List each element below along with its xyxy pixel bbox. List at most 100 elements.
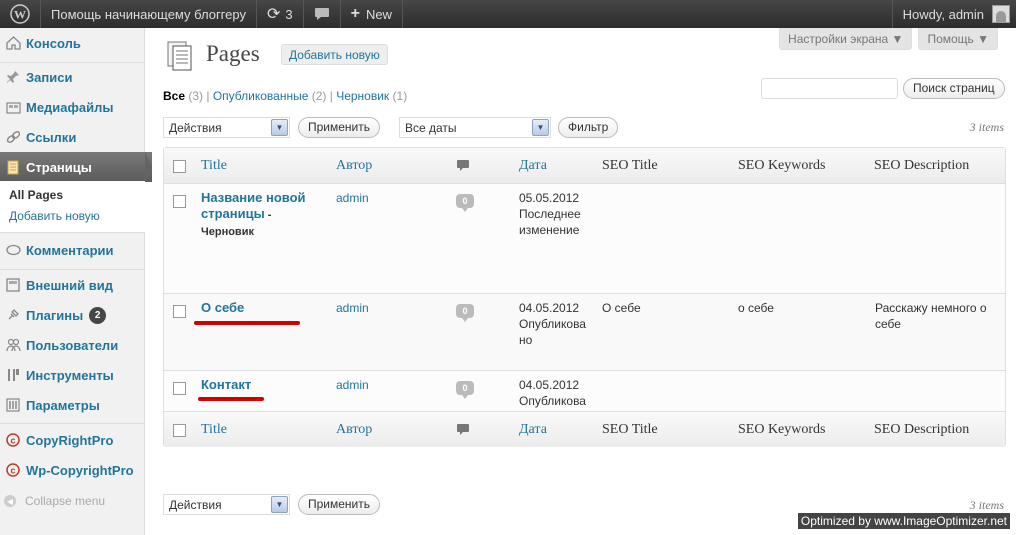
account-menu[interactable]: Howdy, admin — [891, 0, 1016, 28]
menu-label: Комментарии — [26, 242, 114, 258]
menu-item-users[interactable]: Пользователи — [0, 330, 145, 360]
column-seo-description: SEO Description — [874, 158, 970, 173]
menu-item-appearance[interactable]: Внешний вид — [0, 270, 145, 300]
column-title[interactable]: Title — [201, 158, 227, 174]
row-author[interactable]: admin — [336, 300, 369, 316]
menu-item-pages[interactable]: Страницы — [0, 152, 152, 182]
wordpress-logo-icon[interactable]: W — [0, 0, 41, 28]
row-checkbox[interactable] — [173, 305, 186, 318]
menu-label: CopyRightPro — [26, 432, 114, 448]
table-row: О себе admin 0 04.05.2012 Опубликова но … — [164, 294, 1005, 371]
table-row: Название новой страницы - Черновик admin… — [164, 184, 1005, 294]
seo-description-text: Расскажу немного о — [875, 301, 987, 315]
items-count: 3 items — [969, 120, 1004, 134]
menu-item-comments[interactable]: Комментарии — [0, 235, 145, 265]
menu-item-plugins[interactable]: Плагины 2 — [0, 300, 145, 330]
submenu-add-new[interactable]: Добавить новую — [0, 206, 145, 227]
pages-icon — [4, 158, 22, 176]
page-title-link[interactable]: О себе — [201, 300, 244, 316]
red-underline-annotation — [194, 321, 300, 325]
date-filter-select[interactable]: Все даты ▼ — [399, 117, 551, 138]
date-value: 04.05.2012 — [519, 378, 580, 392]
column-seo-description: SEO Description — [874, 422, 970, 437]
add-new-page-button[interactable]: Добавить новую — [281, 44, 388, 65]
row-title: Название новой страницы - Черновик — [201, 190, 306, 238]
filter-draft-count: (1) — [392, 89, 408, 103]
menu-item-settings[interactable]: Параметры — [0, 390, 145, 420]
howdy-text: Howdy, admin — [902, 6, 984, 22]
menu-item-copyrightpro[interactable]: c CopyRightPro — [0, 425, 145, 455]
new-content-button[interactable]: + New — [341, 0, 403, 28]
tools-icon — [4, 366, 22, 384]
menu-label: Плагины — [26, 307, 84, 323]
column-date[interactable]: Дата — [519, 158, 547, 174]
menu-item-media[interactable]: Медиафайлы — [0, 92, 145, 122]
filter-published[interactable]: Опубликованные — [213, 89, 309, 103]
menu-label: Ссылки — [26, 129, 77, 145]
filter-draft[interactable]: Черновик — [336, 89, 389, 103]
new-label: New — [365, 6, 392, 22]
menu-label: Консоль — [26, 35, 81, 51]
apply-button-bottom[interactable]: Применить — [298, 494, 381, 515]
page-title-link[interactable]: страницы — [201, 206, 265, 221]
select-all-checkbox[interactable] — [173, 160, 186, 173]
dashboard-icon — [4, 34, 22, 52]
row-date: 05.05.2012 Последнее изменение — [519, 190, 581, 238]
page-title-link[interactable]: Название новой — [201, 190, 306, 205]
site-name-link[interactable]: Помощь начинающему блоггеру — [41, 0, 257, 28]
page-title-link[interactable]: Контакт — [201, 377, 251, 393]
updates-count: 3 — [285, 6, 293, 22]
bulk-actions-select-bottom[interactable]: Действия ▼ — [163, 494, 290, 515]
bulk-actions-select[interactable]: Действия ▼ — [163, 117, 290, 138]
menu-item-dashboard[interactable]: Консоль — [0, 28, 145, 58]
column-author[interactable]: Автор — [336, 158, 372, 174]
column-title[interactable]: Title — [201, 422, 227, 438]
copyright-icon: c — [4, 431, 22, 449]
filter-all[interactable]: Все — [163, 89, 185, 103]
column-seo-title: SEO Title — [602, 158, 658, 173]
submenu-all-pages[interactable]: All Pages — [0, 185, 145, 206]
menu-label: Параметры — [26, 397, 100, 413]
appearance-icon — [4, 276, 22, 294]
comment-count-bubble[interactable]: 0 — [456, 304, 474, 322]
row-checkbox[interactable] — [173, 382, 186, 395]
collapse-menu-button[interactable]: ◀ Collapse menu — [4, 494, 105, 508]
column-author[interactable]: Автор — [336, 422, 372, 438]
date-status: Опубликова — [519, 317, 586, 331]
pages-large-icon — [164, 40, 196, 72]
row-checkbox[interactable] — [173, 195, 186, 208]
date-filter-value: Все даты — [405, 121, 457, 135]
menu-label: Записи — [26, 69, 73, 85]
updates-button[interactable]: ⟳ 3 — [257, 0, 304, 28]
row-author[interactable]: admin — [336, 377, 369, 393]
date-value: 04.05.2012 — [519, 301, 580, 315]
screen-options-tab[interactable]: Настройки экрана ▼ — [779, 28, 913, 50]
column-seo-title: SEO Title — [602, 422, 658, 437]
main-content: Настройки экрана ▼ Помощь ▼ Pages Добави… — [146, 28, 1016, 535]
search-input[interactable] — [761, 78, 898, 99]
column-date[interactable]: Дата — [519, 422, 547, 438]
menu-item-wp-copyrightpro[interactable]: c Wp-CopyrightPro — [0, 455, 145, 485]
menu-label: Внешний вид — [26, 277, 113, 293]
comment-count-bubble[interactable]: 0 — [456, 381, 474, 399]
filter-separator: | — [329, 89, 333, 103]
menu-item-tools[interactable]: Инструменты — [0, 360, 145, 390]
apply-button[interactable]: Применить — [298, 117, 381, 138]
menu-item-posts[interactable]: Записи — [0, 62, 145, 92]
search-pages-button[interactable]: Поиск страниц — [903, 78, 1005, 99]
comments-button[interactable] — [304, 0, 341, 28]
pin-icon — [4, 68, 22, 86]
select-all-checkbox[interactable] — [173, 424, 186, 437]
help-tab[interactable]: Помощь ▼ — [918, 28, 998, 50]
plugin-updates-badge: 2 — [89, 306, 107, 324]
media-icon — [4, 98, 22, 116]
plugin-icon — [4, 306, 22, 324]
svg-text:c: c — [10, 466, 15, 476]
admin-bar: W Помощь начинающему блоггеру ⟳ 3 + New … — [0, 0, 1016, 28]
row-author[interactable]: admin — [336, 190, 369, 206]
menu-item-links[interactable]: Ссылки — [0, 122, 145, 152]
menu-separator — [0, 423, 145, 424]
filter-all-count: (3) — [188, 89, 204, 103]
comment-count-bubble[interactable]: 0 — [456, 194, 474, 212]
filter-button[interactable]: Фильтр — [558, 117, 619, 138]
